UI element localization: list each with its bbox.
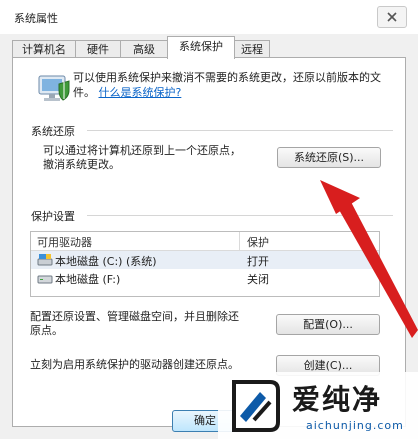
watermark-brand: 爱纯净	[292, 383, 383, 416]
system-properties-window: 系统属性 计算机名 硬件 高级 系统保护 远程 可以使用系统保护来撤消不需要的系…	[0, 0, 418, 439]
watermark-logo-icon	[232, 380, 280, 432]
watermark-url: aichunjing.com	[306, 419, 404, 432]
watermark: 爱纯净 aichunjing.com	[218, 372, 418, 439]
tab-system-protection[interactable]: 系统保护	[167, 36, 235, 59]
